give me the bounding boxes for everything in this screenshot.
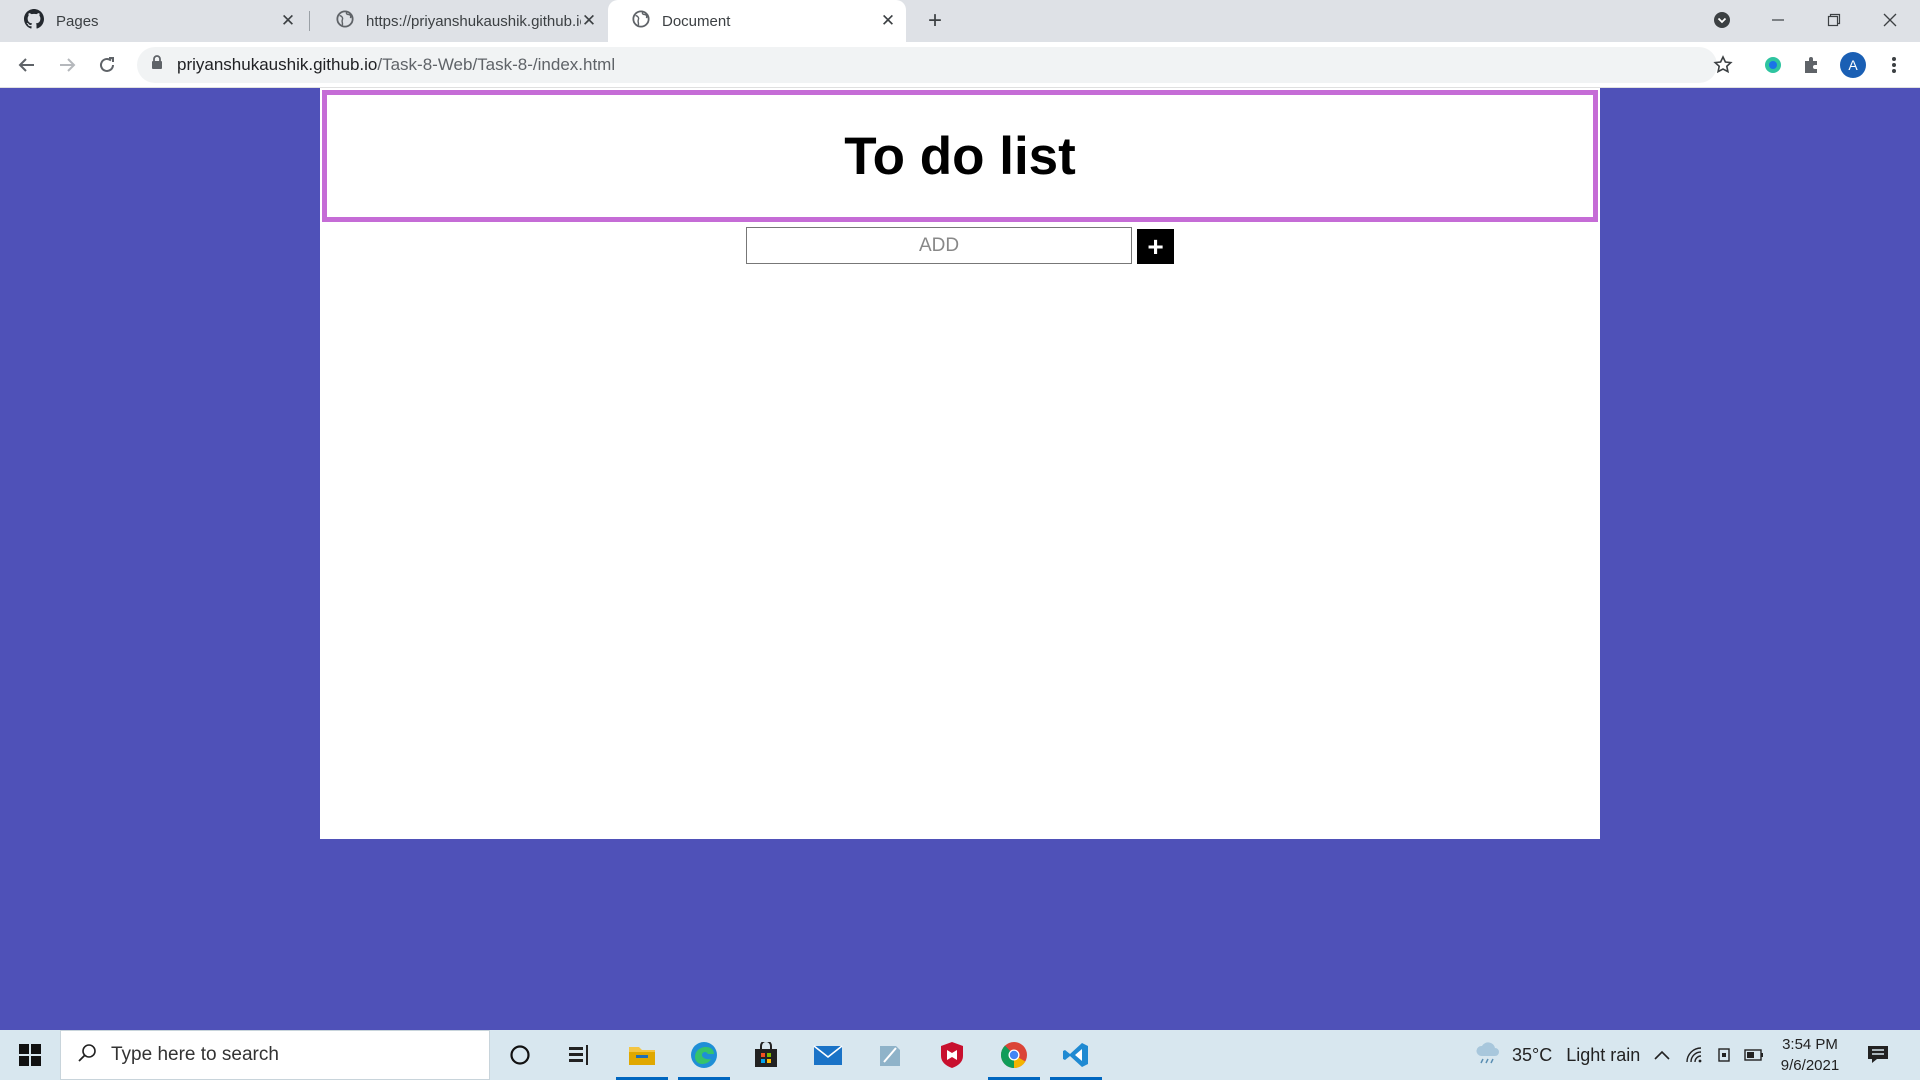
tab-divider <box>309 11 310 31</box>
tab-document[interactable]: Document ✕ <box>608 0 906 42</box>
taskbar-search-placeholder: Type here to search <box>111 1044 279 1065</box>
system-clock[interactable]: 3:54 PM 9/6/2021 <box>1770 1034 1850 1076</box>
close-window-button[interactable] <box>1862 0 1918 40</box>
file-explorer-icon[interactable] <box>612 1030 672 1080</box>
bookmark-star-icon[interactable] <box>1710 52 1736 78</box>
close-icon[interactable]: ✕ <box>579 11 599 31</box>
windows-start-button[interactable] <box>0 1030 60 1080</box>
tab-title: Pages <box>56 12 99 30</box>
app-grey-icon[interactable] <box>860 1030 920 1080</box>
browser-tabstrip: Pages ✕ https://priyanshukaushik.github.… <box>0 0 1920 42</box>
taskbar-search-box[interactable]: Type here to search <box>60 1030 490 1080</box>
add-task-button[interactable]: + <box>1137 229 1174 264</box>
new-tab-button[interactable]: + <box>923 7 947 34</box>
tab-pages[interactable]: Pages ✕ <box>0 0 306 42</box>
speaker-icon[interactable] <box>1717 1030 1733 1080</box>
cortana-icon[interactable] <box>490 1030 550 1080</box>
menu-kebab-icon[interactable] <box>1881 52 1907 78</box>
tab-title: https://priyanshukaushik.github.io <box>366 12 581 30</box>
notification-icon[interactable] <box>1867 1030 1889 1080</box>
battery-icon[interactable] <box>1744 1030 1764 1080</box>
chevron-up-icon[interactable] <box>1654 1030 1670 1080</box>
close-icon[interactable]: ✕ <box>878 11 898 31</box>
wifi-icon[interactable] <box>1686 1030 1704 1080</box>
mcafee-icon[interactable] <box>922 1030 982 1080</box>
vscode-icon[interactable] <box>1046 1030 1106 1080</box>
browser-toolbar: priyanshukaushik.github.io/Task-8-Web/Ta… <box>0 42 1920 88</box>
weather-text: Light rain <box>1566 1044 1641 1065</box>
url-host: priyanshukaushik.github.io <box>177 55 378 74</box>
extensions-puzzle-icon[interactable] <box>1799 52 1825 78</box>
add-task-input[interactable] <box>746 227 1132 264</box>
cloud-rain-icon <box>1474 1041 1502 1069</box>
forward-button[interactable] <box>52 50 82 80</box>
page-title: To do list <box>844 126 1076 186</box>
store-icon[interactable] <box>736 1030 796 1080</box>
clock-date: 9/6/2021 <box>1780 1057 1840 1074</box>
restore-button[interactable] <box>1806 0 1862 40</box>
tab-github-url[interactable]: https://priyanshukaushik.github.io ✕ <box>312 0 607 42</box>
windows-taskbar: Type here to search 35°C Light rain 3:54… <box>0 1030 1920 1080</box>
extension-green-icon[interactable] <box>1760 52 1786 78</box>
edge-browser-icon[interactable] <box>674 1030 734 1080</box>
weather-temp: 35°C <box>1512 1044 1553 1065</box>
task-view-icon[interactable] <box>550 1030 610 1080</box>
minimize-button[interactable] <box>1750 0 1806 40</box>
tab-search-icon[interactable] <box>1694 0 1750 40</box>
close-icon[interactable]: ✕ <box>278 11 298 31</box>
mail-icon[interactable] <box>798 1030 858 1080</box>
profile-avatar[interactable]: A <box>1840 52 1866 78</box>
github-icon <box>24 9 44 33</box>
tab-title: Document <box>662 12 731 30</box>
todo-header: To do list <box>322 90 1598 222</box>
url-path: /Task-8-Web/Task-8-/index.html <box>377 55 616 74</box>
todo-app-container: To do list + <box>320 88 1600 839</box>
search-icon <box>77 1043 97 1068</box>
globe-icon <box>632 10 650 32</box>
url-text: priyanshukaushik.github.io/Task-8-Web/Ta… <box>177 55 615 75</box>
back-button[interactable] <box>12 50 42 80</box>
reload-button[interactable] <box>92 50 122 80</box>
clock-time: 3:54 PM <box>1782 1036 1838 1053</box>
lock-icon[interactable] <box>151 55 163 75</box>
address-bar[interactable]: priyanshukaushik.github.io/Task-8-Web/Ta… <box>137 47 1717 83</box>
weather-widget[interactable]: 35°C Light rain <box>1474 1030 1640 1080</box>
globe-icon <box>336 10 354 32</box>
chrome-icon[interactable] <box>984 1030 1044 1080</box>
